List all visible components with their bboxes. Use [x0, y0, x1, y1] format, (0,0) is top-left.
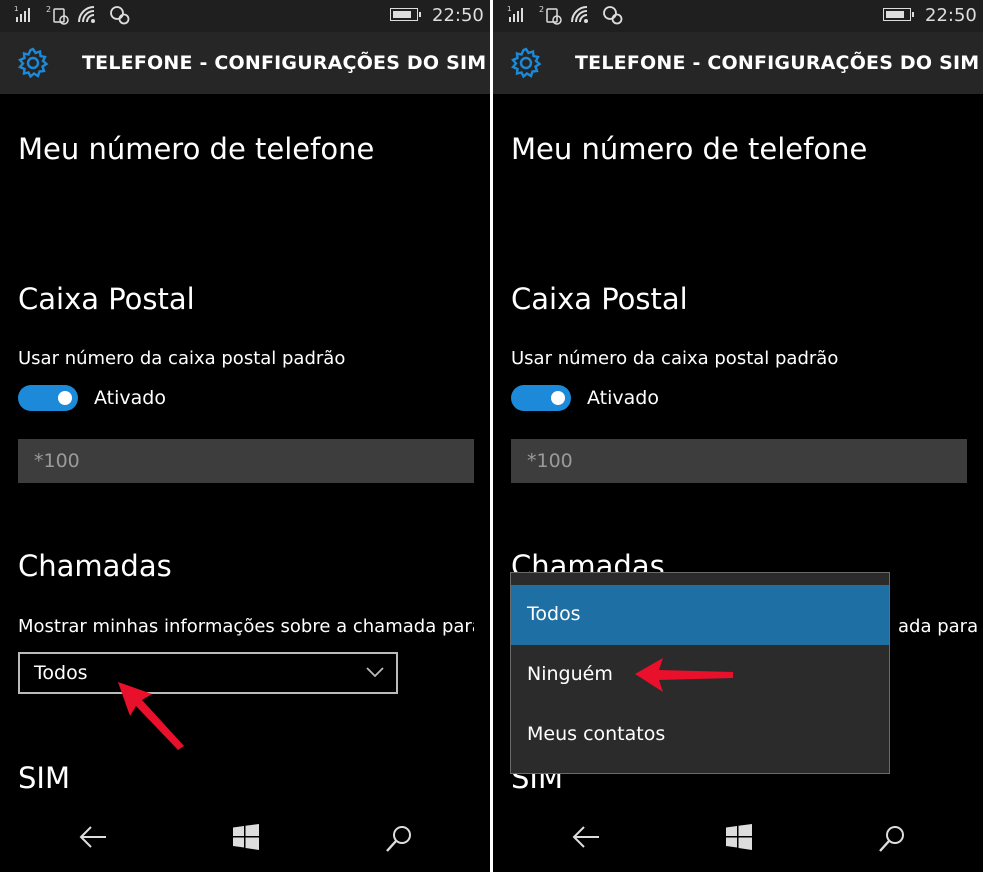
search-icon[interactable]: [877, 824, 907, 854]
wifi-icon: [78, 6, 95, 23]
toggle-state-label: Ativado: [587, 387, 659, 409]
toggle-knob: [58, 391, 72, 405]
default-voicemail-toggle[interactable]: [18, 385, 78, 411]
annotation-arrow-icon: [118, 682, 184, 750]
section-heading-voicemail: Caixa Postal: [18, 282, 195, 316]
location-icon: [603, 6, 623, 25]
svg-text:2: 2: [539, 5, 544, 14]
phone-screen-left: 1 2 22:50 TELEFONE - CONFIGURAÇÕES DO SI…: [0, 0, 490, 872]
back-arrow-icon[interactable]: [571, 824, 601, 850]
dropdown-option-label: Ninguém: [527, 663, 613, 685]
sim-2-icon: 2: [46, 5, 69, 25]
dropdown-option-label: Todos: [527, 603, 581, 625]
location-icon: [110, 6, 130, 25]
page-title: TELEFONE - CONFIGURAÇÕES DO SIM 1: [82, 52, 490, 74]
signal-strength-icon: 1: [14, 5, 30, 22]
clock: 22:50: [925, 5, 977, 26]
section-heading-calls: Chamadas: [18, 549, 172, 583]
default-voicemail-label: Usar número da caixa postal padrão: [511, 348, 839, 369]
phone-screen-right: 1 2 22:50 TELEFONE - CONFIGURAÇÕES DO SI…: [493, 0, 983, 872]
dropdown-option-todos[interactable]: Todos: [511, 585, 889, 645]
default-voicemail-toggle[interactable]: [511, 385, 571, 411]
page-title: TELEFONE - CONFIGURAÇÕES DO SIM 1: [575, 52, 983, 74]
gear-icon: [511, 47, 542, 79]
toggle-knob: [551, 391, 565, 405]
svg-text:2: 2: [46, 5, 51, 14]
default-voicemail-label: Usar número da caixa postal padrão: [18, 348, 346, 369]
search-icon[interactable]: [384, 824, 414, 854]
section-heading-phone-number: Meu número de telefone: [18, 132, 375, 166]
windows-logo-icon[interactable]: [726, 824, 752, 850]
wifi-icon: [571, 6, 588, 23]
battery-icon: [883, 8, 914, 21]
navigation-bar: [493, 806, 983, 872]
battery-icon: [390, 8, 421, 21]
section-heading-phone-number: Meu número de telefone: [511, 132, 868, 166]
windows-logo-icon[interactable]: [233, 824, 259, 850]
dropdown-option-meus-contatos[interactable]: Meus contatos: [511, 705, 889, 765]
back-arrow-icon[interactable]: [78, 824, 108, 850]
svg-text:1: 1: [507, 5, 511, 13]
caller-id-combobox[interactable]: Todos: [18, 652, 398, 694]
toggle-state-label: Ativado: [94, 387, 166, 409]
sim-2-icon: 2: [539, 5, 562, 25]
status-bar: 1 2 22:50: [493, 0, 983, 32]
status-bar: 1 2 22:50: [0, 0, 490, 32]
caller-id-label: ada para: [898, 616, 979, 637]
voicemail-number-input[interactable]: [511, 439, 967, 483]
combobox-value: Todos: [34, 662, 88, 684]
section-heading-sim: SIM: [18, 761, 70, 795]
app-header: TELEFONE - CONFIGURAÇÕES DO SIM 1: [493, 32, 983, 94]
clock: 22:50: [432, 5, 484, 26]
caller-id-label: Mostrar minhas informações sobre a chama…: [18, 616, 474, 637]
navigation-bar: [0, 806, 490, 872]
svg-text:1: 1: [14, 5, 18, 13]
section-heading-voicemail: Caixa Postal: [511, 282, 688, 316]
signal-strength-icon: 1: [507, 5, 523, 22]
voicemail-number-input[interactable]: [18, 439, 474, 483]
annotation-arrow-icon: [635, 658, 733, 692]
chevron-down-icon: [366, 667, 384, 678]
gear-icon: [18, 47, 49, 79]
app-header: TELEFONE - CONFIGURAÇÕES DO SIM 1: [0, 32, 490, 94]
dropdown-option-label: Meus contatos: [527, 723, 666, 745]
